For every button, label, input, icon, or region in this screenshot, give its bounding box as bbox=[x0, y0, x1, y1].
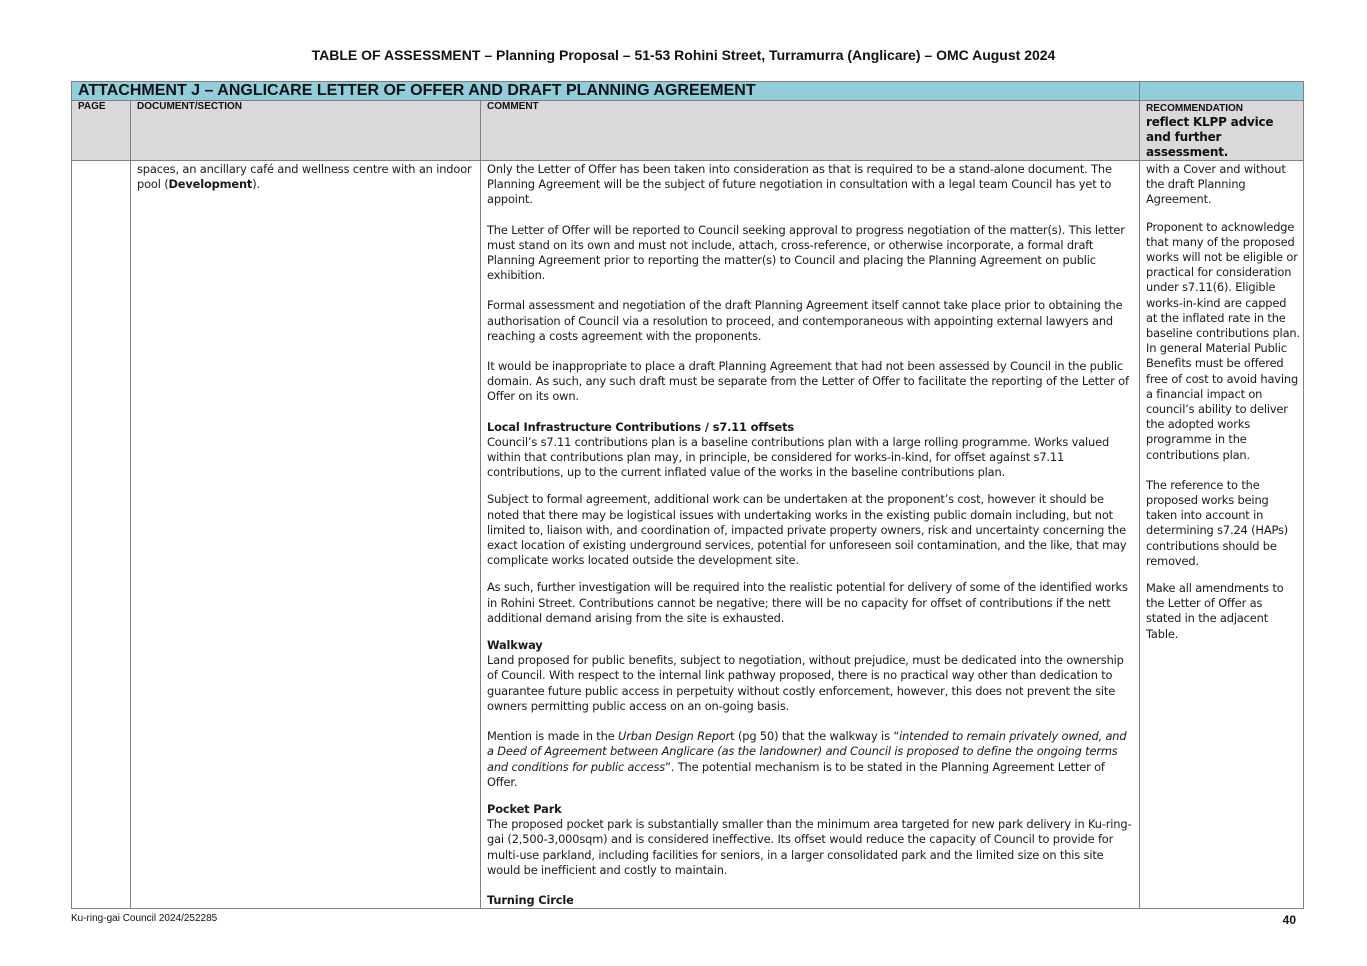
comment-paragraph-2: The Letter of Offer will be reported to … bbox=[487, 222, 1125, 283]
column-header-row: PAGE DOCUMENT/SECTION COMMENT RECOMMENDA… bbox=[71, 100, 1304, 161]
comment-heading-walkway: Walkway bbox=[487, 638, 543, 653]
header-recommendation-sub: reflect KLPP advice and further assessme… bbox=[1146, 115, 1274, 159]
comment-paragraph-4: It would be inappropriate to place a dra… bbox=[487, 359, 1129, 404]
cell-recommendation: with a Cover and without the draft Plann… bbox=[1139, 159, 1304, 910]
comment-paragraph-8: Land proposed for public benefits, subje… bbox=[487, 653, 1124, 713]
section-bold-term: Development bbox=[168, 177, 253, 192]
comment-heading-turning-circle: Turning Circle bbox=[487, 892, 574, 907]
attachment-title-blank-cell bbox=[1139, 81, 1304, 101]
comment-heading-pocket-park: Pocket Park bbox=[487, 801, 562, 816]
p9-text-a: Mention is made in the bbox=[487, 729, 619, 744]
comment-paragraph-5: Council’s s7.11 contributions plan is a … bbox=[487, 434, 1110, 480]
table-row: spaces, an ancillary café and wellness c… bbox=[71, 159, 1304, 910]
cell-document-section: spaces, an ancillary café and wellness c… bbox=[130, 159, 481, 910]
recommendation-paragraph-3: The reference to the proposed works bein… bbox=[1146, 477, 1289, 568]
p9-text-c: t (pg 50) that the walkway is “ bbox=[730, 729, 900, 744]
header-comment: COMMENT bbox=[480, 100, 1140, 161]
page-number: 40 bbox=[1282, 913, 1296, 927]
recommendation-paragraph-1: with a Cover and without the draft Plann… bbox=[1146, 162, 1286, 207]
document-title: TABLE OF ASSESSMENT – Planning Proposal … bbox=[311, 47, 1056, 63]
attachment-title: ATTACHMENT J – ANGLICARE LETTER OF OFFER… bbox=[71, 81, 1140, 101]
header-recommendation: RECOMMENDATION reflect KLPP advice and f… bbox=[1139, 100, 1304, 161]
comment-paragraph-9: Mention is made in the Urban Design Repo… bbox=[487, 729, 1133, 790]
p9-report-title: Urban Design Repor bbox=[618, 729, 731, 744]
comment-paragraph-6: Subject to formal agreement, additional … bbox=[487, 492, 1127, 568]
header-recommendation-label: RECOMMENDATION bbox=[1146, 103, 1244, 114]
recommendation-paragraph-2: Proponent to acknowledge that many of th… bbox=[1146, 219, 1300, 462]
comment-paragraph-10: The proposed pocket park is substantiall… bbox=[487, 817, 1132, 877]
assessment-table: ATTACHMENT J – ANGLICARE LETTER OF OFFER… bbox=[71, 81, 1304, 910]
attachment-title-row: ATTACHMENT J – ANGLICARE LETTER OF OFFER… bbox=[71, 81, 1304, 101]
cell-comment: Only the Letter of Offer has been taken … bbox=[480, 159, 1140, 910]
comment-paragraph-1: Only the Letter of Offer has been taken … bbox=[487, 162, 1112, 207]
header-page: PAGE bbox=[71, 100, 131, 161]
comment-heading-contributions: Local Infrastructure Contributions / s7.… bbox=[487, 419, 795, 434]
header-document-section: DOCUMENT/SECTION bbox=[130, 100, 481, 161]
footer-reference: Ku-ring-gai Council 2024/252285 bbox=[71, 913, 218, 924]
recommendation-paragraph-4: Make all amendments to the Letter of Off… bbox=[1146, 581, 1284, 641]
comment-paragraph-3: Formal assessment and negotiation of the… bbox=[487, 298, 1123, 343]
comment-paragraph-7: As such, further investigation will be r… bbox=[487, 580, 1128, 625]
cell-page bbox=[71, 159, 131, 910]
section-text-end: ). bbox=[252, 177, 260, 192]
